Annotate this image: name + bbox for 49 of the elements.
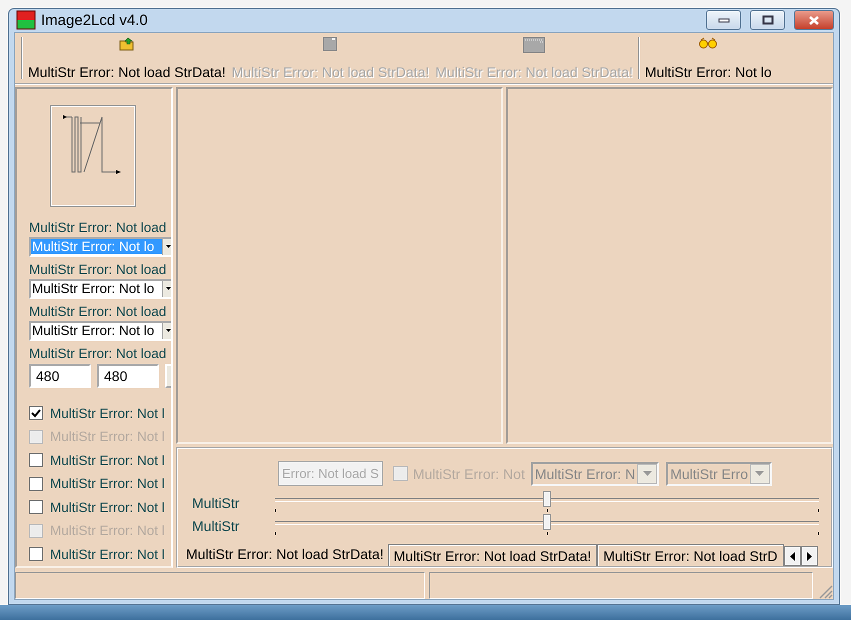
window-title: Image2Lcd v4.0	[41, 12, 149, 29]
close-icon	[808, 14, 820, 26]
minimize-icon	[718, 17, 730, 24]
tab[interactable]: MultiStr Error: Not load StrData!	[388, 544, 598, 566]
size-field[interactable]: 480	[97, 364, 159, 388]
toolbar-button[interactable]: MultiStr Error: Not lo	[642, 34, 775, 80]
scroll-right-button[interactable]	[800, 546, 818, 566]
checkbox-label: MultiStr Error: Not l	[50, 452, 165, 468]
minimize-button[interactable]	[706, 10, 741, 30]
caret-icon	[642, 471, 652, 476]
checkbox-label: MultiStr Error: Not l	[50, 500, 165, 515]
caret-icon	[166, 287, 170, 290]
checkbox[interactable]	[29, 453, 43, 468]
checkbox[interactable]	[29, 500, 43, 514]
caret-icon	[166, 329, 170, 332]
checkbox-label: MultiStr Error: Not l	[50, 406, 165, 421]
left-arrow-icon	[790, 552, 795, 560]
dropdown[interactable]: MultiStr Error: Not lo	[29, 278, 171, 298]
option-label: MultiStr Error: Not load	[29, 220, 168, 236]
caret-icon	[755, 471, 764, 476]
maximize-icon	[762, 15, 774, 26]
scroll-left-button[interactable]	[784, 546, 801, 566]
tab[interactable]: MultiStr Error: Not load StrD	[597, 544, 784, 566]
checkbox-label: MultiStr Error: Not l	[50, 546, 165, 562]
checkbox[interactable]	[29, 406, 43, 420]
glasses-icon	[698, 36, 718, 48]
caret-icon	[166, 245, 170, 248]
checkbox[interactable]	[29, 476, 43, 491]
app-icon	[16, 10, 36, 30]
size-field[interactable]: 480	[29, 364, 91, 388]
square-icon	[323, 36, 338, 50]
toolbar-button[interactable]: MultiStr Error: Not load StrData!	[25, 34, 229, 80]
option-label: MultiStr Error: Not load	[29, 262, 168, 278]
checkbox-label: MultiStr Error: Not l	[50, 476, 165, 492]
option-label: MultiStr Error: Not load	[29, 346, 168, 362]
slider-label: MultiStr	[191, 494, 240, 510]
option-label: MultiStr Error: Not load	[29, 304, 168, 320]
right-arrow-icon	[806, 552, 812, 560]
slider-label: MultiStr	[191, 518, 240, 534]
close-button[interactable]	[794, 10, 834, 30]
maximize-button[interactable]	[750, 10, 785, 30]
resize-grip-icon	[817, 583, 833, 599]
check-icon	[31, 408, 41, 418]
slider-thumb[interactable]	[543, 514, 551, 530]
dropdown[interactable]: MultiStr Error: Not lo	[29, 320, 171, 340]
slider-thumb[interactable]	[543, 491, 551, 507]
panel-icon	[523, 36, 546, 52]
folder-icon	[118, 36, 135, 50]
checkbox[interactable]	[29, 547, 43, 562]
